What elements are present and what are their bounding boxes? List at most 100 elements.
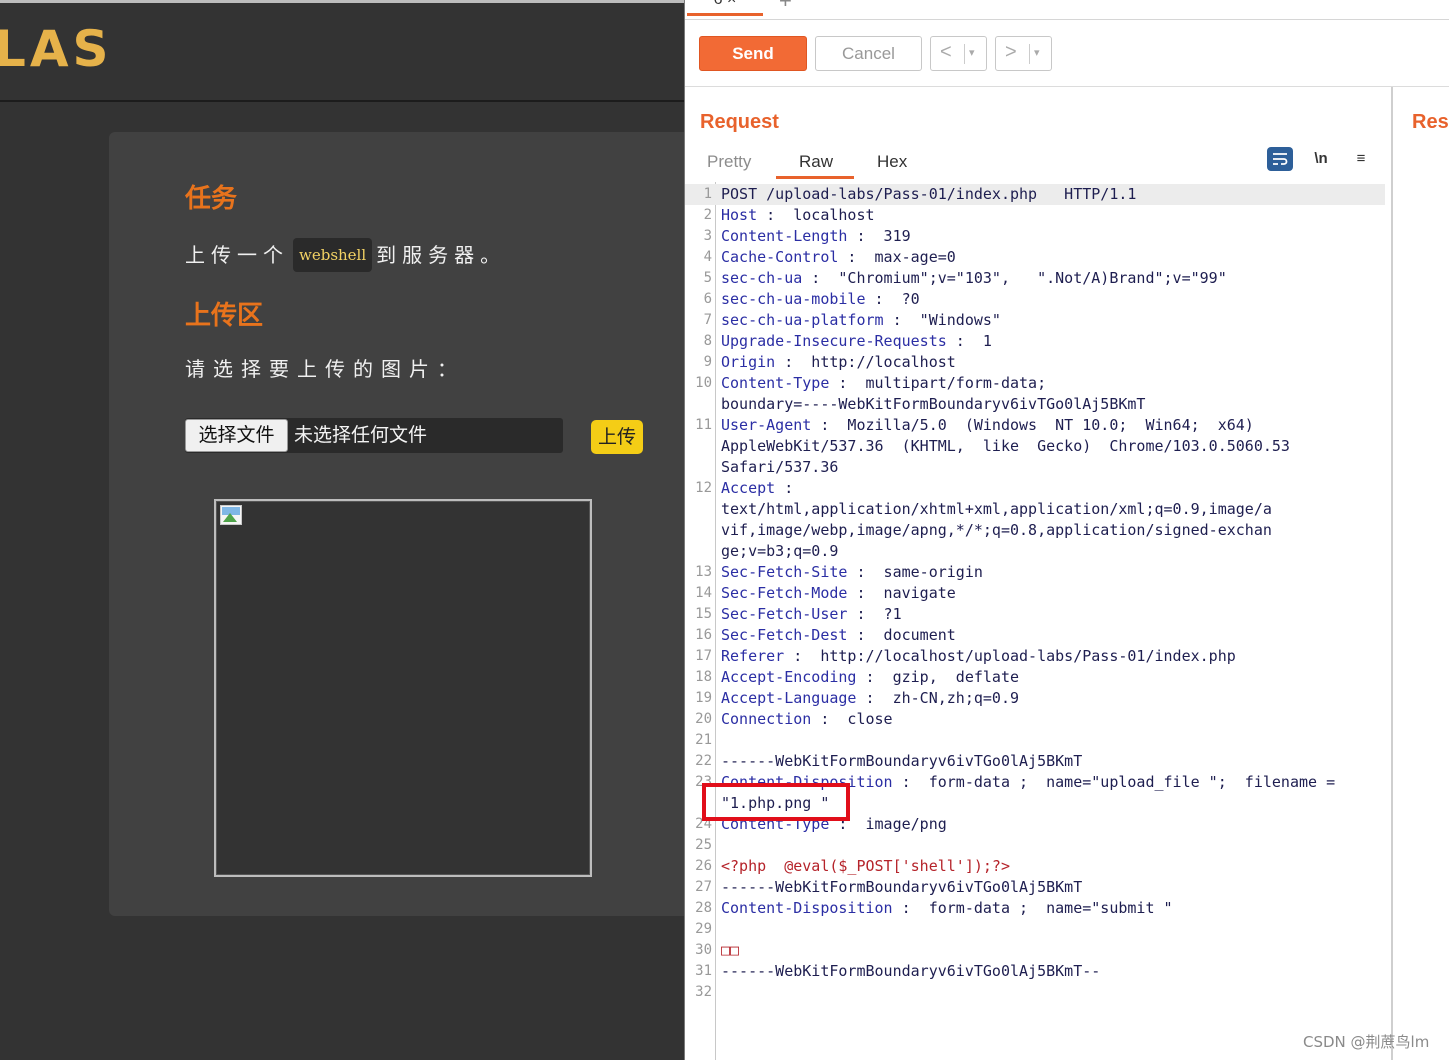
line-number: 17	[695, 648, 712, 664]
body-text: Safari/537.36	[721, 458, 839, 476]
upload-button[interactable]: 上传	[591, 420, 643, 454]
menu-icon[interactable]: ≡	[1348, 147, 1374, 171]
line-number: 29	[695, 921, 712, 937]
header-value: : 319	[847, 227, 911, 245]
active-tab-indicator	[776, 176, 854, 179]
send-button[interactable]: Send	[699, 36, 807, 71]
request-line: 8 Upgrade-Insecure-Requests : 1	[685, 331, 1385, 352]
header-value: : zh-CN,zh;q=0.9	[856, 689, 1020, 707]
line-text: Sec-Fetch-Dest : document	[721, 625, 956, 646]
header-value: : navigate	[847, 584, 956, 602]
file-input[interactable]: 选择文件 未选择任何文件	[185, 418, 563, 453]
tab-raw[interactable]: Raw	[799, 152, 833, 172]
request-line: AppleWebKit/537.36 (KHTML, like Gecko) C…	[685, 436, 1385, 457]
header-value: : same-origin	[847, 563, 983, 581]
header-value: : localhost	[757, 206, 875, 224]
image-preview	[214, 499, 592, 877]
request-line: 17 Referer : http://localhost/upload-labs…	[685, 646, 1385, 667]
line-text: Accept-Encoding : gzip, deflate	[721, 667, 1019, 688]
body-text: ------WebKitFormBoundaryv6ivTGo0lAj5BKmT	[721, 752, 1083, 770]
line-number: 21	[695, 732, 712, 748]
line-number: 10	[695, 375, 712, 391]
repeater-tabs: 6 × +	[685, 0, 1449, 20]
back-arrow-icon: <	[940, 41, 952, 63]
line-number: 7	[703, 312, 712, 328]
task-code: webshell	[293, 238, 373, 272]
header-value: : close	[811, 710, 893, 728]
header-name: Accept-Encoding	[721, 668, 857, 686]
request-line: 30 □□	[685, 940, 1385, 961]
header-value: :	[775, 479, 794, 497]
request-line: 28 Content-Disposition : form-data ; name…	[685, 898, 1385, 919]
line-number: 16	[695, 627, 712, 643]
line-text: User-Agent : Mozilla/5.0 (Windows NT 10.…	[721, 415, 1254, 436]
line-number: 28	[695, 900, 712, 916]
line-number: 3	[703, 228, 712, 244]
watermark: CSDN @荆蔗鸟lm	[1303, 1033, 1430, 1051]
new-tab-button[interactable]: +	[779, 0, 792, 14]
tab-hex[interactable]: Hex	[877, 152, 907, 172]
header-name: Accept-Language	[721, 689, 857, 707]
line-number: 8	[703, 333, 712, 349]
line-number: 20	[695, 711, 712, 727]
request-line: 2 Host : localhost	[685, 205, 1385, 226]
request-line: 16 Sec-Fetch-Dest : document	[685, 625, 1385, 646]
header-name: User-Agent	[721, 416, 812, 434]
line-number: 13	[695, 564, 712, 580]
raw-request-editor[interactable]: 1 POST /upload-labs/Pass-01/index.php HTT…	[685, 182, 1385, 1060]
request-line: 31 ------WebKitFormBoundaryv6ivTGo0lAj5BK…	[685, 961, 1385, 982]
request-line: Safari/537.36	[685, 457, 1385, 478]
chevron-down-icon[interactable]: ▾	[969, 38, 975, 69]
request-line: 5 sec-ch-ua : "Chromium";v="103", ".Not/A…	[685, 268, 1385, 289]
line-text: ------WebKitFormBoundaryv6ivTGo0lAj5BKmT	[721, 751, 1082, 772]
line-number: 4	[703, 249, 712, 265]
body-text: ------WebKitFormBoundaryv6ivTGo0lAj5BKmT	[721, 878, 1083, 896]
header-name: Sec-Fetch-Dest	[721, 626, 848, 644]
line-number: 25	[695, 837, 712, 853]
body-text: POST /upload-labs/Pass-01/index.php HTTP…	[721, 185, 1137, 203]
line-text: Sec-Fetch-Mode : navigate	[721, 583, 956, 604]
request-line: boundary=----WebKitFormBoundaryv6ivTGo0l…	[685, 394, 1385, 415]
request-line: 7 sec-ch-ua-platform : "Windows"	[685, 310, 1385, 331]
line-text: AppleWebKit/537.36 (KHTML, like Gecko) C…	[721, 436, 1290, 457]
task-description: 上传一个 webshell 到服务器。	[185, 238, 506, 272]
header-name: Cache-Control	[721, 248, 839, 266]
request-line: 32	[685, 982, 1385, 1003]
history-forward-button[interactable]: > ▾	[995, 36, 1052, 71]
repeater-tab-6[interactable]: 6 ×	[687, 0, 763, 16]
cancel-button[interactable]: Cancel	[815, 36, 922, 71]
response-panel-title: Resp	[1412, 111, 1449, 133]
line-text: text/html,application/xhtml+xml,applicat…	[721, 499, 1272, 520]
line-text: Cache-Control : max-age=0	[721, 247, 956, 268]
request-line: 18 Accept-Encoding : gzip, deflate	[685, 667, 1385, 688]
header-value: : http://localhost	[775, 353, 956, 371]
header-value: : max-age=0	[838, 248, 956, 266]
line-text: ge;v=b3;q=0.9	[721, 541, 838, 562]
request-line: 14 Sec-Fetch-Mode : navigate	[685, 583, 1385, 604]
filename-highlight-box	[702, 783, 850, 821]
header-value: : 1	[946, 332, 992, 350]
request-line: 21	[685, 730, 1385, 751]
line-number: 32	[695, 984, 712, 1000]
body-text: □□	[721, 941, 740, 959]
header-value: : document	[847, 626, 956, 644]
chevron-down-icon[interactable]: ▾	[1034, 38, 1040, 69]
request-line: 29	[685, 919, 1385, 940]
line-number: 12	[695, 480, 712, 496]
body-text: ge;v=b3;q=0.9	[721, 542, 839, 560]
line-number: 1	[703, 186, 712, 202]
line-text: Origin : http://localhost	[721, 352, 956, 373]
request-line: 9 Origin : http://localhost	[685, 352, 1385, 373]
header-name: Sec-Fetch-Site	[721, 563, 848, 581]
tab-pretty[interactable]: Pretty	[707, 152, 751, 172]
line-text: Content-Length : 319	[721, 226, 911, 247]
line-text: Host : localhost	[721, 205, 875, 226]
line-number: 9	[703, 354, 712, 370]
history-back-button[interactable]: < ▾	[930, 36, 987, 71]
pane-divider[interactable]	[1391, 87, 1393, 1060]
line-number: 26	[695, 858, 712, 874]
word-wrap-icon[interactable]	[1267, 147, 1293, 171]
line-text: Content-Type : multipart/form-data;	[721, 373, 1046, 394]
newline-toggle-icon[interactable]: \n	[1308, 147, 1334, 171]
choose-file-button[interactable]: 选择文件	[185, 419, 288, 452]
